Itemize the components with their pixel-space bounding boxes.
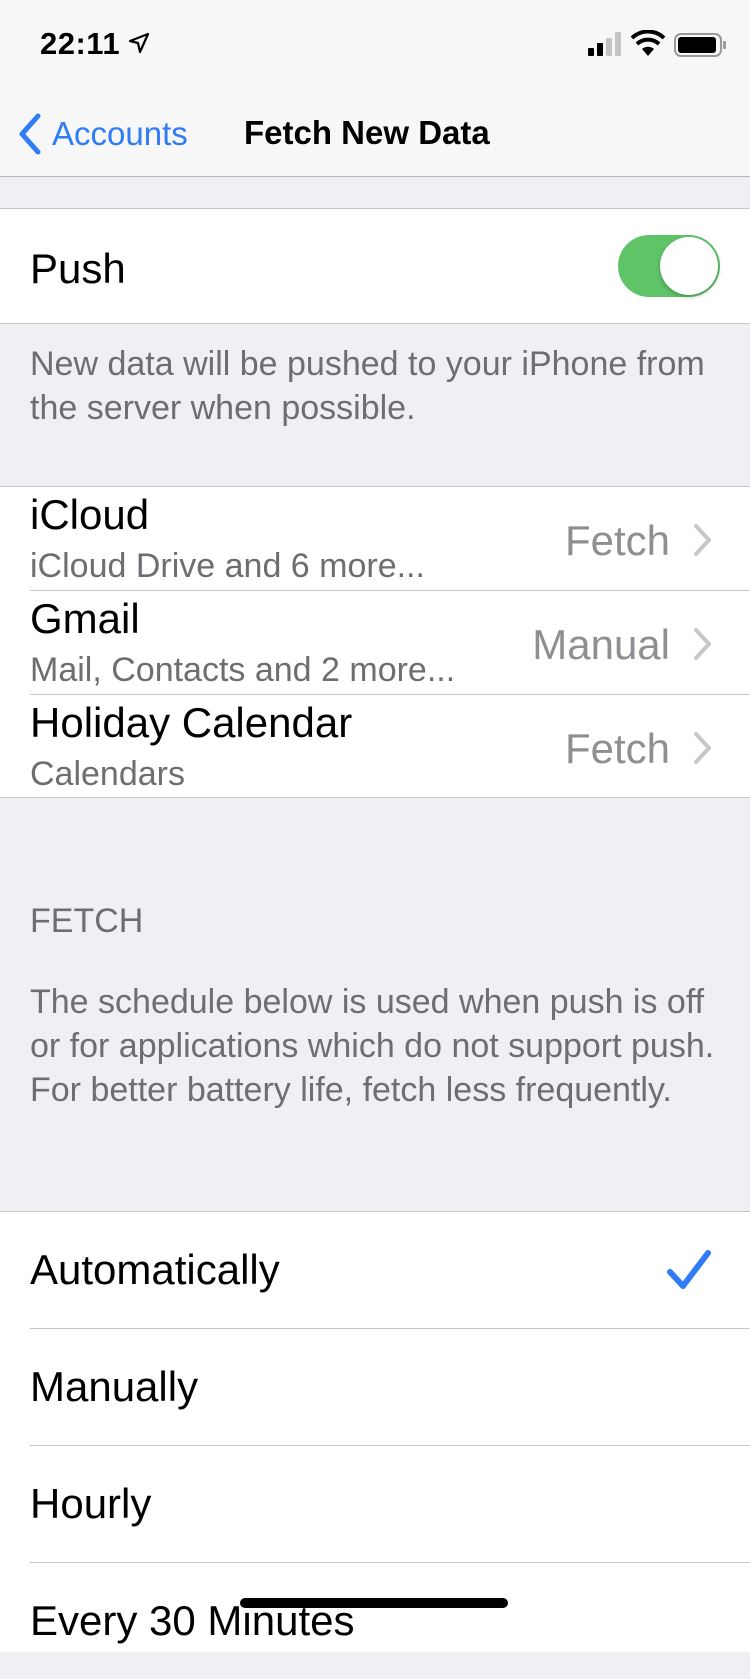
schedule-option-label: Hourly xyxy=(30,1480,152,1527)
account-row-gmail[interactable]: Gmail Mail, Contacts and 2 more... Manua… xyxy=(0,591,750,694)
fetch-section-header: FETCH xyxy=(30,902,144,940)
account-detail: iCloud Drive and 6 more... xyxy=(30,547,425,585)
schedule-option-manually[interactable]: Manually xyxy=(0,1329,750,1445)
navigation-bar: Accounts Fetch New Data xyxy=(0,92,750,177)
schedule-option-label: Manually xyxy=(30,1363,199,1410)
chevron-right-icon xyxy=(694,524,711,556)
account-fetch-value: Fetch xyxy=(564,725,670,772)
fetch-schedule-list: Automatically Manually Hourly Every 30 M… xyxy=(0,1211,750,1652)
account-detail: Mail, Contacts and 2 more... xyxy=(30,651,456,689)
schedule-option-automatically[interactable]: Automatically xyxy=(0,1212,750,1328)
cellular-signal-icon xyxy=(588,32,621,56)
checkmark-icon xyxy=(667,1250,711,1289)
home-indicator xyxy=(240,1598,508,1608)
location-arrow-icon xyxy=(128,32,150,54)
page-title: Fetch New Data xyxy=(244,114,490,151)
account-fetch-value: Manual xyxy=(532,621,670,668)
chevron-right-icon xyxy=(694,628,711,660)
account-row-icloud[interactable]: iCloud iCloud Drive and 6 more... Fetch xyxy=(0,487,750,590)
schedule-option-hourly[interactable]: Hourly xyxy=(0,1446,750,1562)
account-detail: Calendars xyxy=(30,755,185,793)
back-button[interactable]: Accounts xyxy=(16,112,188,156)
toggle-knob xyxy=(660,237,718,295)
accounts-list: iCloud iCloud Drive and 6 more... Fetch … xyxy=(0,486,750,798)
account-name: Gmail xyxy=(30,595,140,642)
schedule-option-every-30-minutes[interactable]: Every 30 Minutes xyxy=(0,1563,750,1679)
push-row: Push xyxy=(0,208,750,324)
battery-icon xyxy=(674,33,726,57)
account-fetch-value: Fetch xyxy=(564,517,670,564)
push-description: New data will be pushed to your iPhone f… xyxy=(30,345,705,427)
status-bar: 22:11 xyxy=(0,0,750,92)
fetch-description: The schedule below is used when push is … xyxy=(30,983,715,1109)
wifi-icon xyxy=(630,30,666,56)
back-button-label: Accounts xyxy=(52,115,188,152)
schedule-option-label: Automatically xyxy=(30,1246,280,1293)
account-row-holiday-calendar[interactable]: Holiday Calendar Calendars Fetch xyxy=(0,695,750,798)
chevron-right-icon xyxy=(694,732,711,764)
account-name: iCloud xyxy=(30,491,150,538)
push-label: Push xyxy=(30,245,126,292)
chevron-left-icon xyxy=(19,113,41,155)
push-toggle[interactable] xyxy=(618,235,720,297)
status-time: 22:11 xyxy=(40,26,121,61)
account-name: Holiday Calendar xyxy=(30,699,353,746)
